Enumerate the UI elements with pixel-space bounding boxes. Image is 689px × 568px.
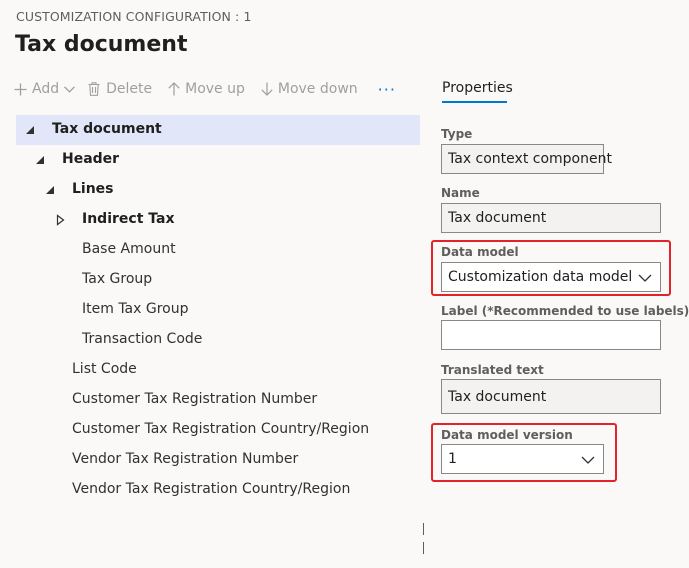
data-model-version-select[interactable]: 1 — [441, 444, 604, 474]
type-label: Type — [441, 127, 473, 141]
plus-icon — [14, 83, 27, 96]
tree-item-header[interactable]: Header — [16, 145, 420, 175]
tree-toolbar: Add Delete Move up Move down ··· — [14, 78, 396, 100]
move-up-button-label: Move up — [185, 81, 245, 97]
type-field: Tax context component — [441, 144, 612, 174]
tree-item-label: Vendor Tax Registration Number — [72, 451, 299, 467]
tree-item-item-tax-group[interactable]: Item Tax Group — [16, 295, 420, 325]
more-options-button[interactable]: ··· — [378, 80, 396, 99]
name-field: Tax document — [441, 203, 661, 233]
tree-item-label: Transaction Code — [82, 331, 203, 347]
chevron-down-icon[interactable] — [638, 271, 652, 287]
translated-text-value: Tax document — [448, 389, 547, 405]
tree-item-label: Tax document — [52, 121, 162, 137]
tree-item-label: Customer Tax Registration Country/Region — [72, 421, 370, 437]
chevron-down-icon[interactable] — [581, 453, 595, 469]
expanded-caret-icon[interactable] — [26, 115, 36, 149]
arrow-down-icon — [261, 82, 273, 96]
tree-item-customer-tax-registration-number[interactable]: Customer Tax Registration Number — [16, 385, 420, 415]
expanded-caret-icon[interactable] — [36, 145, 46, 179]
label-input[interactable] — [441, 320, 661, 350]
collapsed-caret-icon[interactable] — [56, 205, 66, 239]
data-model-version-label: Data model version — [441, 428, 573, 442]
tab-properties[interactable]: Properties — [442, 80, 513, 96]
tree-item-label: Customer Tax Registration Number — [72, 391, 318, 407]
move-down-button[interactable]: Move down — [261, 81, 358, 97]
tree-item-transaction-code[interactable]: Transaction Code — [16, 325, 420, 355]
name-value: Tax document — [448, 210, 547, 226]
tree-item-indirect-tax[interactable]: Indirect Tax — [16, 205, 420, 235]
tree-item-tax-document[interactable]: Tax document — [16, 115, 420, 145]
tree-item-label: Header — [62, 151, 120, 167]
data-model-label: Data model — [441, 245, 519, 259]
page-title: Tax document — [15, 32, 188, 57]
tree-item-vendor-tax-registration-country-region[interactable]: Vendor Tax Registration Country/Region — [16, 475, 420, 505]
data-model-value: Customization data model — [448, 269, 633, 285]
chevron-down-icon — [64, 85, 76, 93]
pane-splitter-handle[interactable] — [423, 520, 428, 554]
delete-button-label: Delete — [106, 81, 153, 97]
tree-item-label: Item Tax Group — [82, 301, 189, 317]
page-caption: CUSTOMIZATION CONFIGURATION : 1 — [16, 9, 252, 24]
add-button[interactable]: Add — [14, 81, 76, 97]
name-label: Name — [441, 186, 480, 200]
tree-item-lines[interactable]: Lines — [16, 175, 420, 205]
tree-item-vendor-tax-registration-number[interactable]: Vendor Tax Registration Number — [16, 445, 420, 475]
tree-item-base-amount[interactable]: Base Amount — [16, 235, 420, 265]
tree-item-list-code[interactable]: List Code — [16, 355, 420, 385]
tree-item-label: Tax Group — [82, 271, 153, 287]
translated-text-label: Translated text — [441, 363, 544, 377]
delete-icon — [88, 82, 100, 96]
label-field-label: Label (*Recommended to use labels) — [441, 304, 689, 318]
tab-active-indicator — [442, 101, 507, 103]
tree-item-label: Lines — [72, 181, 114, 197]
tree-item-tax-group[interactable]: Tax Group — [16, 265, 420, 295]
type-value: Tax context component — [448, 151, 612, 167]
tree-item-label: Indirect Tax — [82, 211, 175, 227]
tree-item-customer-tax-registration-country-region[interactable]: Customer Tax Registration Country/Region — [16, 415, 420, 445]
add-button-label: Add — [32, 81, 60, 97]
arrow-up-icon — [168, 82, 180, 96]
move-up-button[interactable]: Move up — [168, 81, 245, 97]
tree-item-label: List Code — [72, 361, 137, 377]
move-down-button-label: Move down — [277, 81, 358, 97]
data-model-select[interactable]: Customization data model — [441, 262, 661, 292]
delete-button[interactable]: Delete — [88, 81, 152, 97]
data-model-version-value: 1 — [448, 451, 457, 467]
translated-text-field: Tax document — [441, 379, 661, 414]
tree-item-label: Vendor Tax Registration Country/Region — [72, 481, 351, 497]
tree-item-label: Base Amount — [82, 241, 176, 257]
expanded-caret-icon[interactable] — [46, 175, 56, 209]
